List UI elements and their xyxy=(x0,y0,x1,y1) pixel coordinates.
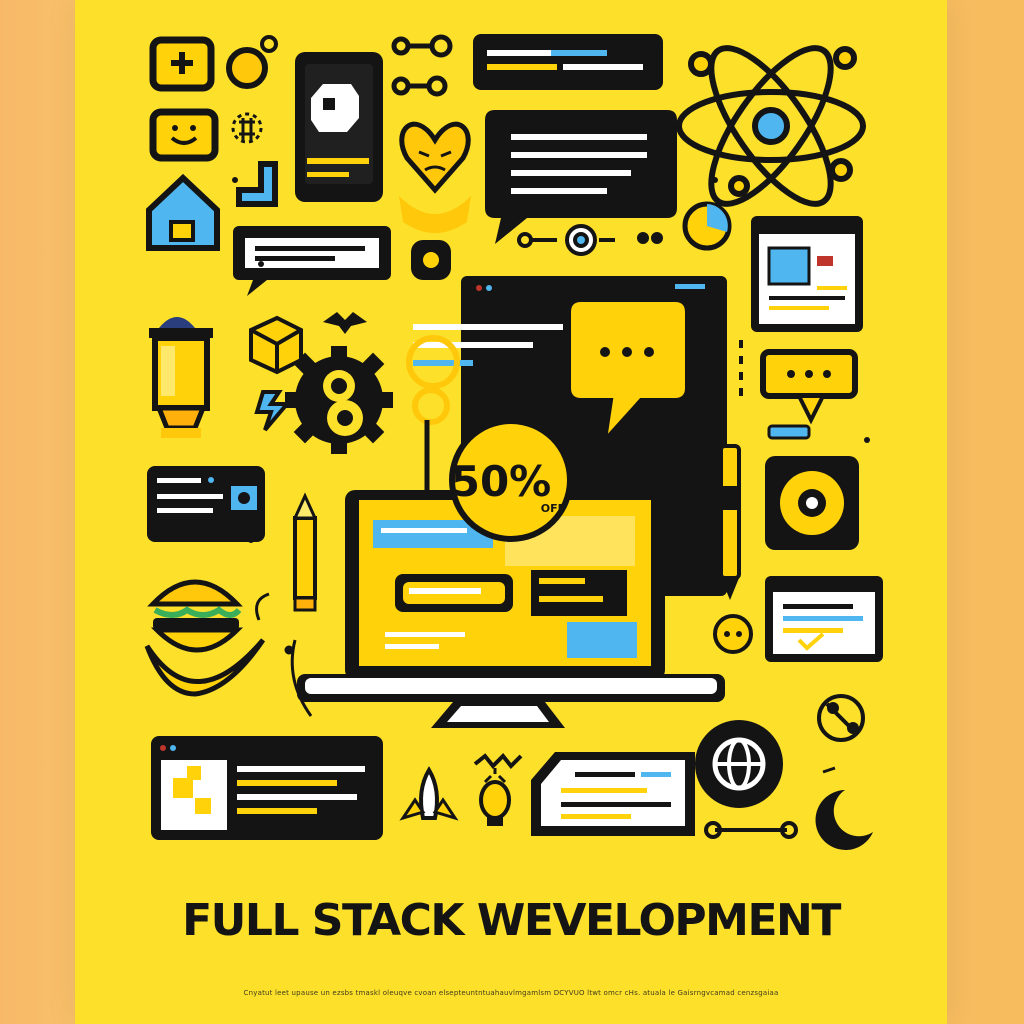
atom-icon xyxy=(676,45,866,207)
zigzag-icon xyxy=(473,753,523,769)
pie-chart-icon xyxy=(682,201,732,251)
poster: 50% OFF FULL STACK WEVELOPMENT Cnyatut l… xyxy=(75,0,947,1024)
bat-icon xyxy=(323,312,367,334)
phone-icon xyxy=(295,52,383,202)
house-icon xyxy=(146,173,220,251)
smiley-tile-icon xyxy=(149,108,219,162)
globe-icon xyxy=(695,720,783,808)
browser-window-icon xyxy=(751,216,863,332)
cog-icon xyxy=(285,346,393,454)
code-window-icon xyxy=(765,576,883,662)
discount-badge-icon: 50% OFF xyxy=(449,418,573,542)
lightbulb-icon xyxy=(479,768,511,826)
code-editor-icon xyxy=(151,736,383,840)
dots-column xyxy=(739,340,743,396)
plus-tile-icon xyxy=(149,36,215,92)
ring-dots-icon xyxy=(713,614,753,654)
heart-character-icon xyxy=(399,121,471,233)
speech-bubble-icon xyxy=(485,110,677,244)
badge-label: OFF xyxy=(541,502,565,515)
pencil-icon xyxy=(292,492,318,612)
rocket-icon xyxy=(399,766,459,821)
tooltip-icon xyxy=(760,349,858,440)
gear-icon xyxy=(226,35,278,89)
page-background: 50% OFF FULL STACK WEVELOPMENT Cnyatut l… xyxy=(0,0,1024,1024)
link-nodes-icon xyxy=(391,34,453,97)
document-icon xyxy=(531,752,695,836)
poster-title: FULL STACK WEVELOPMENT xyxy=(182,895,841,946)
pen-icon xyxy=(719,444,741,600)
lantern-icon xyxy=(149,317,213,438)
key-connector-icon xyxy=(517,224,663,256)
chat-bar-icon xyxy=(473,34,663,90)
lightning-icon xyxy=(254,390,292,432)
poster-illustration: 50% OFF xyxy=(144,34,883,850)
message-banner-icon xyxy=(233,226,391,296)
fine-print: Cnyatut leet upause un ezsbs tmaskl oleu… xyxy=(243,989,779,997)
video-player-icon xyxy=(765,456,859,550)
cube-icon xyxy=(249,315,303,375)
record-button-icon xyxy=(411,240,451,280)
corner-bracket-icon xyxy=(236,161,278,207)
video-card-icon xyxy=(147,466,265,542)
moon-icon xyxy=(815,766,873,850)
badge-value: 50% xyxy=(451,457,552,506)
hash-icon xyxy=(231,112,263,144)
burger-icon xyxy=(144,579,266,697)
